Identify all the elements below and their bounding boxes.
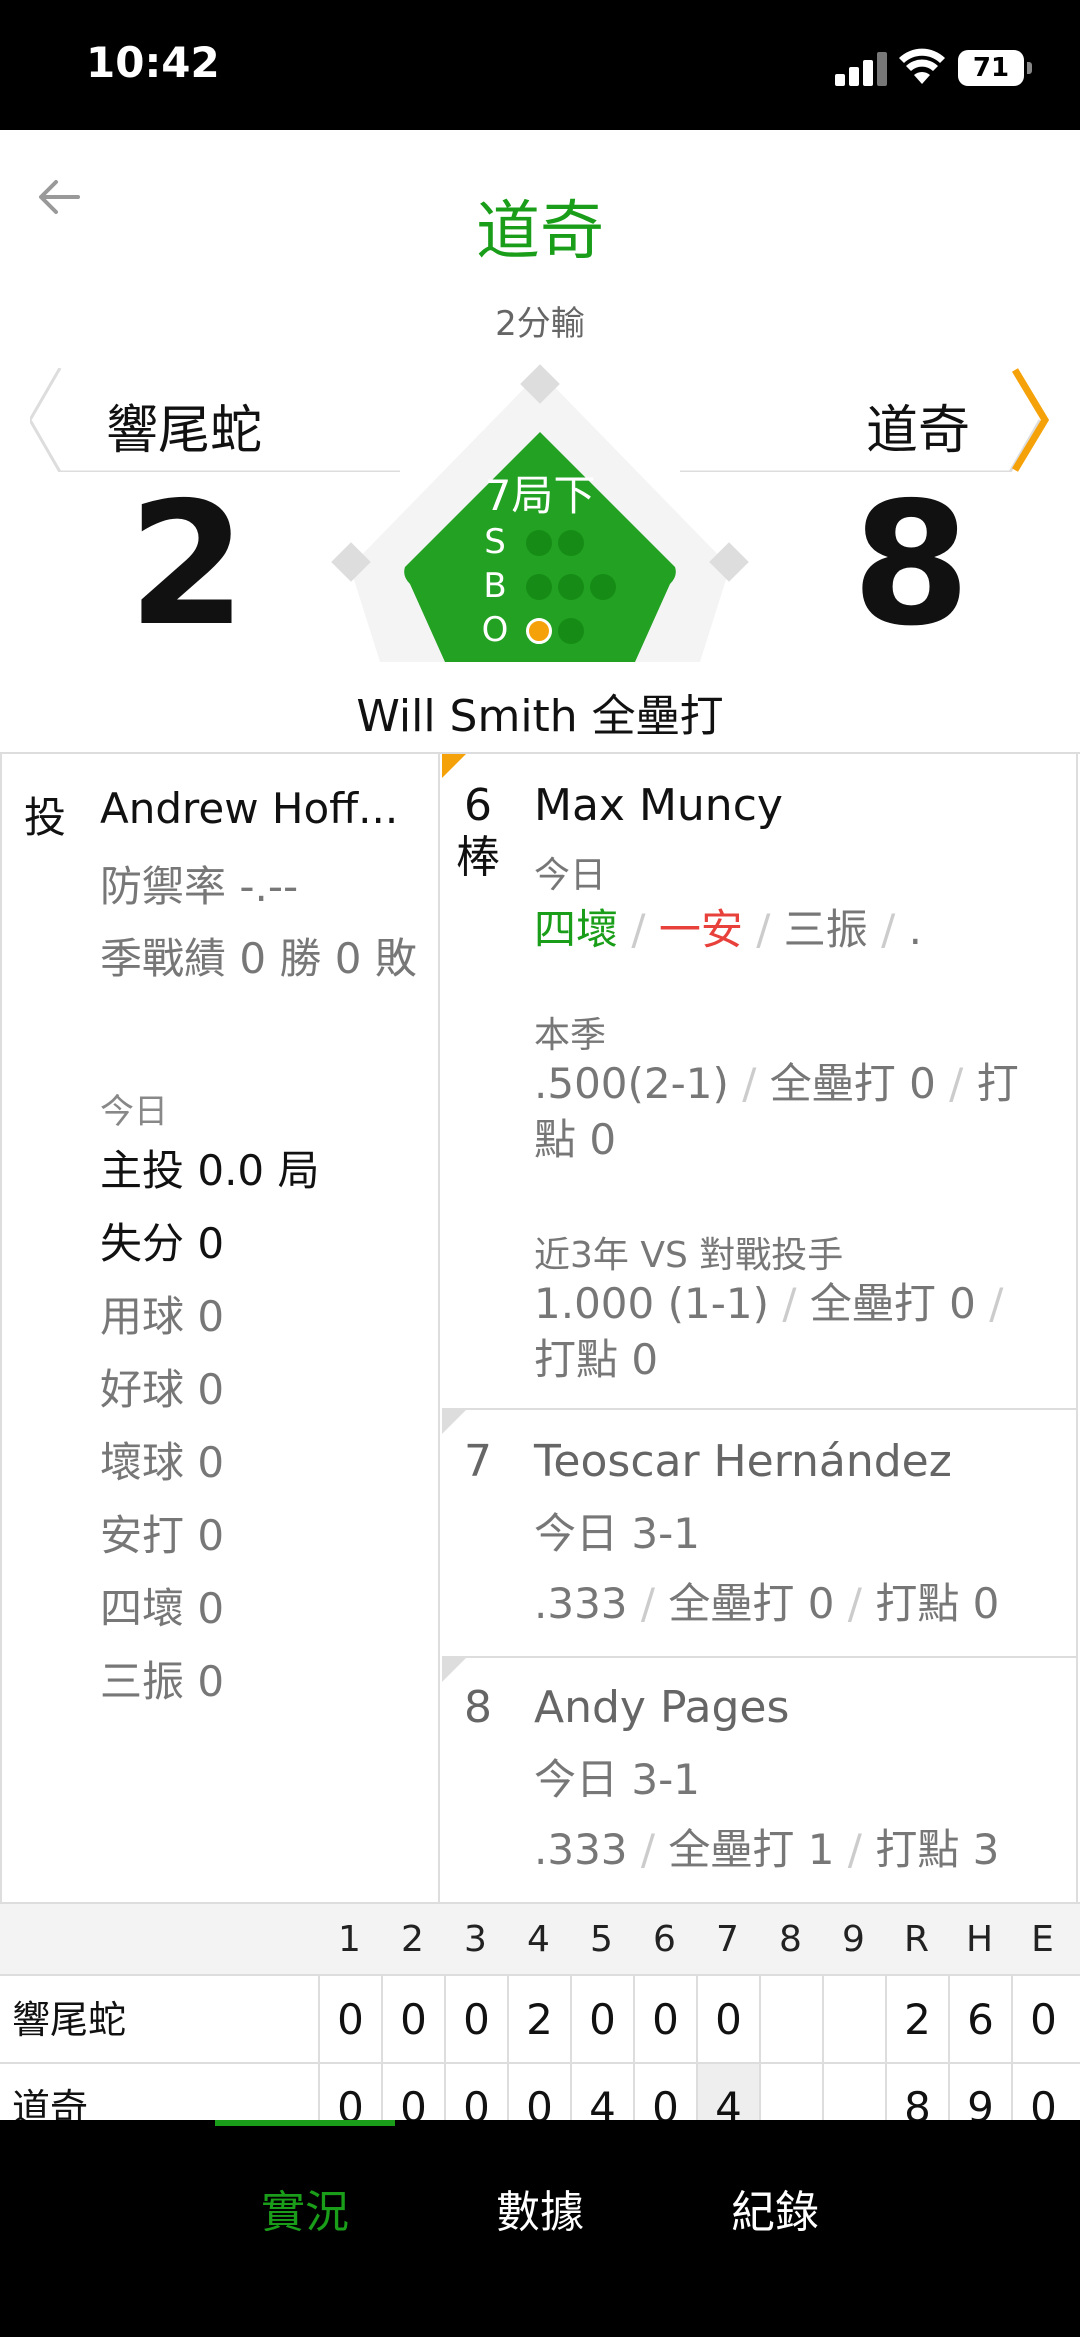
batter-name: Teoscar Hernández (534, 1436, 952, 1487)
batter-order: 8 (464, 1682, 492, 1733)
batter-order: 7 (464, 1436, 492, 1487)
linescore-col-header: 2 (401, 1919, 424, 1960)
inning-indicator: 7局下 (484, 471, 596, 520)
pitcher-stat: 壞球 0 (100, 1438, 225, 1487)
away-score: 2 (128, 466, 247, 664)
batter-season-stats: .333 / 全壘打 0 / 打點 0 (534, 1579, 1000, 1628)
batter-today: 今日 3-1 (534, 1509, 700, 1558)
batter-season-stats: .500(2-1) / 全壘打 0 / 打點 0 (534, 1059, 1019, 1164)
current-batter-marker (442, 754, 466, 778)
linescore-cell: 0 (570, 1976, 633, 2064)
ball-dot (590, 574, 616, 600)
linescore-cell: 2 (507, 1976, 570, 2064)
ball-count: B (480, 566, 640, 606)
linescore-cell: 0 (696, 1976, 759, 2064)
batter-today-label: 今日 (534, 855, 607, 896)
pitcher-stat: 三振 0 (100, 1657, 225, 1706)
pitcher-record: 季戰績 0 勝 0 敗 (100, 934, 417, 983)
linescore-cell (759, 1976, 822, 2064)
out-dot-active (526, 618, 552, 644)
wifi-icon (899, 48, 945, 84)
linescore-col-header: 7 (716, 1919, 739, 1960)
next-batter[interactable]: 7 Teoscar Hernández 今日 3-1 .333 / 全壘打 0 … (442, 1410, 1078, 1658)
tab-records[interactable]: 紀錄 (695, 2176, 855, 2240)
linescore-cell: 2 (885, 1976, 948, 2064)
batter-name: Andy Pages (534, 1682, 790, 1733)
page-title: 道奇 (476, 195, 604, 269)
pitcher-era: 防禦率 -.-- (100, 862, 299, 911)
strike-count: S (480, 522, 640, 562)
signal-icon (835, 52, 891, 86)
linescore-col-header: 4 (527, 1919, 550, 1960)
batter-vs-stats: 1.000 (1-1) / 全壘打 0 / 打點 0 (534, 1279, 1004, 1384)
linescore-col-header: R (903, 1919, 929, 1960)
linescore-col-header: 1 (338, 1919, 361, 1960)
bottom-tab-bar: 實況 數據 紀錄 (0, 2120, 1080, 2337)
pitcher-stat: 安打 0 (100, 1511, 225, 1560)
battery-icon: 71 (958, 50, 1032, 86)
batter-season-stats: .333 / 全壘打 1 / 打點 3 (534, 1825, 1000, 1874)
linescore-cell (822, 1976, 885, 2064)
linescore-cell: 0 (381, 1976, 444, 2064)
pitcher-today-label: 今日 (100, 1092, 168, 1132)
out-dot (558, 618, 584, 644)
linescore-col-header: 8 (779, 1919, 802, 1960)
linescore-cell: 6 (948, 1976, 1011, 2064)
pitcher-stat: 主投 0.0 局 (100, 1146, 320, 1195)
batter-today: 今日 3-1 (534, 1755, 700, 1804)
strike-dot (526, 530, 552, 556)
last-play-text: Will Smith 全壘打 (356, 691, 724, 742)
linescore-col-header: 6 (653, 1919, 676, 1960)
ball-dot (526, 574, 552, 600)
batter-name: Max Muncy (534, 780, 783, 831)
linescore-cell: 0 (444, 1976, 507, 2064)
pitcher-stat: 四壞 0 (100, 1584, 225, 1633)
pitcher-name: Andrew Hoff... (100, 784, 399, 833)
pitcher-stat: 失分 0 (100, 1219, 225, 1268)
tab-stats[interactable]: 數據 (460, 2176, 620, 2240)
linescore-col-header: H (965, 1919, 994, 1960)
linescore-team-name: 響尾蛇 (12, 1998, 127, 2042)
linescore-row: 響尾蛇 0 0 0 2 0 0 0 2 6 0 (0, 1974, 1080, 2064)
ball-dot (558, 574, 584, 600)
linescore-col-header: 5 (590, 1919, 613, 1960)
away-team-name: 響尾蛇 (106, 401, 263, 461)
strike-dot (558, 530, 584, 556)
batters-panel: 6 棒 Max Muncy 今日 四壞 / 一安 / 三振 / . 本季 .50… (442, 754, 1078, 1904)
batter-season-label: 本季 (534, 1015, 607, 1056)
linescore-table: 123456789RHE 響尾蛇 0 0 0 2 0 0 0 2 6 0 道奇 0 0 0 0 4 0 4 8 9 0 (0, 1902, 1080, 2152)
home-score: 8 (852, 466, 971, 664)
linescore-header: 123456789RHE (0, 1902, 1080, 1974)
batter-vs-label: 近3年 VS 對戰投手 (534, 1235, 844, 1276)
tab-live[interactable]: 實況 (225, 2176, 385, 2240)
linescore-cell: 0 (1011, 1976, 1074, 2064)
current-batter[interactable]: 6 棒 Max Muncy 今日 四壞 / 一安 / 三振 / . 本季 .50… (442, 754, 1078, 1410)
matchup-panels: 投 Andrew Hoff... 防禦率 -.-- 季戰績 0 勝 0 敗 今日… (0, 752, 1080, 1904)
batter-today-results: 四壞 / 一安 / 三振 / . (534, 905, 923, 954)
batter-order: 6 棒 (456, 780, 500, 883)
pitcher-role: 投 (24, 793, 67, 842)
status-time: 10:42 (86, 38, 220, 87)
linescore-cell: 0 (318, 1976, 381, 2064)
out-count: O (480, 610, 640, 650)
pitcher-panel[interactable]: 投 Andrew Hoff... 防禦率 -.-- 季戰績 0 勝 0 敗 今日… (0, 754, 440, 1904)
home-team-name: 道奇 (866, 401, 971, 461)
status-bar: 10:42 71 (0, 0, 1080, 130)
linescore-col-header: 9 (842, 1919, 865, 1960)
linescore-col-header: 3 (464, 1919, 487, 1960)
active-tab-indicator (215, 2120, 395, 2126)
on-deck-batter[interactable]: 8 Andy Pages 今日 3-1 .333 / 全壘打 1 / 打點 3 (442, 1658, 1078, 1904)
linescore-col-header: E (1031, 1919, 1054, 1960)
pitcher-stat: 好球 0 (100, 1365, 225, 1414)
page-subtitle: 2分輸 (495, 304, 585, 344)
pitcher-stat: 用球 0 (100, 1292, 225, 1341)
linescore-cell: 0 (633, 1976, 696, 2064)
